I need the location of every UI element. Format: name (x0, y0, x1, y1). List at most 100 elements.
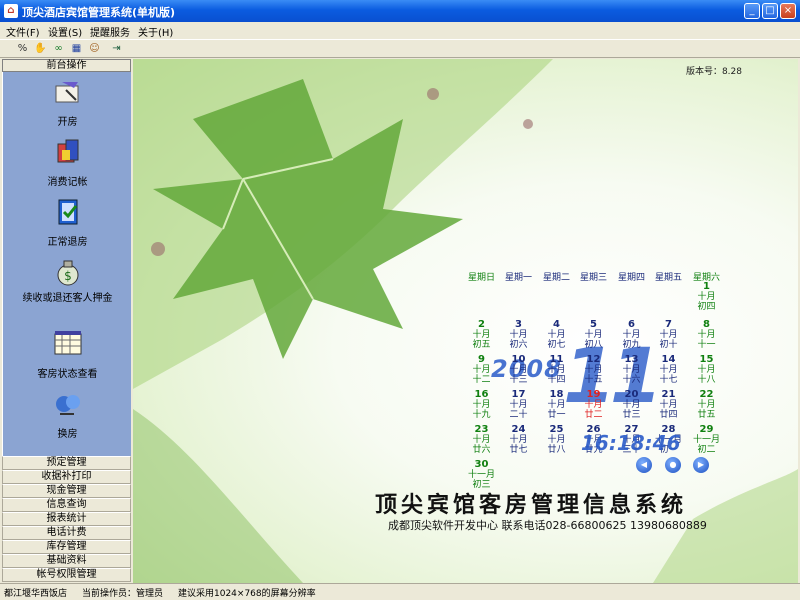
lunar-month: 十月 (509, 330, 528, 340)
day-number: 24 (511, 424, 526, 435)
nav-label: 消费记帐 (47, 177, 88, 188)
day-number: 4 (553, 319, 560, 330)
nav-consume[interactable]: 消费记帐 (3, 136, 132, 188)
clock: 16:18:46 (581, 431, 681, 455)
menu-settings[interactable]: 设置(S) (48, 24, 82, 39)
lunar-month: 十月 (697, 365, 716, 375)
calendar-day[interactable]: 22 十月 廿五 (688, 389, 725, 421)
lunar-month: 十月 (509, 365, 528, 375)
module-receipt-reprint[interactable]: 收据补打印 (2, 470, 131, 484)
exit-icon[interactable]: ⇥ (110, 42, 123, 55)
calendar-day[interactable]: 6 十月 初九 (613, 320, 650, 351)
day-number: 15 (699, 354, 714, 365)
current-month-button[interactable]: ● (665, 457, 681, 473)
calendar-day[interactable]: 25 十月 廿八 (538, 425, 575, 456)
calendar-day[interactable]: 17 十月 二十 (500, 390, 537, 421)
module-query[interactable]: 信息查询 (2, 498, 131, 512)
maximize-button[interactable]: □ (762, 3, 778, 19)
calendar-day[interactable]: 3 十月 初六 (500, 320, 537, 351)
calendar-day[interactable]: 21 十月 廿四 (650, 389, 687, 421)
prev-month-button[interactable]: ◀ (636, 457, 652, 473)
minimize-button[interactable]: _ (744, 3, 760, 19)
lunar-day: 初二 (697, 445, 716, 455)
calendar-day[interactable]: 24 十月 廿七 (500, 424, 537, 456)
calendar-day[interactable]: 18 十月 廿一 (538, 389, 575, 421)
module-cash[interactable]: 现金管理 (2, 484, 131, 498)
hand-icon[interactable]: ✋ (34, 42, 47, 55)
calendar-day[interactable]: 19 十月 廿二 (575, 390, 612, 421)
menu-file[interactable]: 文件(F) (6, 24, 40, 39)
deposit-icon: $ (57, 260, 78, 286)
weekday-header: 星期三 (579, 273, 607, 283)
link-icon[interactable]: ∞ (52, 42, 65, 55)
lunar-month: 十月 (622, 365, 641, 375)
next-month-button[interactable]: ▶ (693, 457, 709, 473)
lunar-month: 十月 (547, 330, 566, 340)
grid-icon[interactable]: ▦ (70, 42, 83, 55)
calendar-day[interactable]: 2 十月 初五 (463, 319, 500, 351)
lunar-day: 初六 (509, 340, 528, 350)
day-number: 21 (661, 389, 676, 400)
app-icon[interactable]: ⌂ (4, 4, 18, 18)
lunar-month: 十月 (659, 365, 678, 375)
calendar-day[interactable]: 11 十月 十四 (538, 355, 575, 386)
module-account-permissions[interactable]: 帐号权限管理 (2, 568, 131, 582)
calendar-day[interactable]: 20 十月 廿三 (613, 390, 650, 421)
day-number: 29 (699, 424, 714, 435)
day-number: 9 (478, 354, 485, 365)
module-booking[interactable]: 预定管理 (2, 456, 131, 470)
day-number: 2 (478, 319, 485, 330)
nav-deposit[interactable]: $ 续收或退还客人押金 (3, 256, 132, 305)
lunar-month: 十月 (622, 330, 641, 340)
calendar-day[interactable]: 23 十月 廿六 (463, 424, 500, 456)
lunar-month: 十月 (659, 400, 678, 410)
lunar-month: 十月 (584, 400, 603, 410)
calendar-day[interactable]: 7 十月 初十 (650, 320, 687, 351)
calendar-day[interactable]: 8 十月 十一 (688, 320, 725, 351)
module-inventory[interactable]: 库存管理 (2, 540, 131, 554)
lunar-month: 十月 (697, 292, 716, 302)
calendar-day[interactable]: 16 十月 十九 (463, 390, 500, 421)
user-icon[interactable]: ☺ (88, 42, 101, 55)
menu-reminder[interactable]: 提醒服务 (90, 24, 130, 39)
calendar-day[interactable]: 30 十一月 初三 (463, 460, 500, 491)
calendar-day[interactable]: 13 十月 十六 (613, 355, 650, 386)
module-basic-data[interactable]: 基础资料 (2, 554, 131, 568)
lunar-month: 十月 (697, 330, 716, 340)
module-reports[interactable]: 报表统计 (2, 512, 131, 526)
title-bar: ⌂ 顶尖酒店宾馆管理系统(单机版) _ □ × (0, 0, 800, 22)
calendar-day[interactable]: 5 十月 初八 (575, 320, 612, 351)
calendar-day[interactable]: 9 十月 十二 (463, 354, 500, 386)
nav-checkout[interactable]: 正常退房 (3, 196, 132, 248)
module-phone-billing[interactable]: 电话计费 (2, 526, 131, 540)
lunar-day: 十八 (697, 375, 716, 385)
lunar-day: 十九 (472, 410, 491, 420)
percent-icon[interactable]: % (16, 42, 29, 55)
lunar-day: 廿四 (659, 410, 678, 420)
day-number: 23 (474, 424, 489, 435)
lunar-month: 十一月 (692, 435, 720, 445)
lunar-month: 十月 (584, 365, 603, 375)
consume-icon (57, 139, 78, 163)
panel-header[interactable]: 前台操作 (2, 59, 131, 72)
menu-bar: 文件(F) 设置(S) 提醒服务 关于(H) (0, 22, 800, 39)
calendar-day[interactable]: 12 十月 十五 (575, 355, 612, 386)
calendar-day[interactable]: 29 十一月 初二 (688, 424, 725, 456)
calendar-day[interactable]: 10 十月 十三 (500, 355, 537, 386)
day-number: 18 (549, 389, 564, 400)
lunar-month: 十月 (547, 435, 566, 445)
nav-room-status[interactable]: 客房状态查看 (3, 328, 132, 380)
nav-open-room[interactable]: 开房 (3, 76, 132, 128)
calendar-day[interactable]: 15 十月 十八 (688, 354, 725, 386)
calendar-day[interactable]: 14 十月 十七 (650, 355, 687, 386)
day-number: 22 (699, 389, 714, 400)
calendar-day[interactable]: 1 十月 初四 (688, 282, 725, 313)
lunar-day: 初九 (622, 340, 641, 350)
menu-about[interactable]: 关于(H) (138, 24, 173, 39)
version-label: 版本号：8.28 (685, 67, 742, 77)
lunar-month: 十月 (659, 330, 678, 340)
nav-change-room[interactable]: 换房 (3, 388, 132, 440)
left-panel: 前台操作 开房 消费记帐 正常退房 $ 续收或退还客人押金 客房状态查看 换房 … (2, 59, 131, 583)
close-button[interactable]: × (780, 3, 796, 19)
calendar-day[interactable]: 4 十月 初七 (538, 319, 575, 351)
